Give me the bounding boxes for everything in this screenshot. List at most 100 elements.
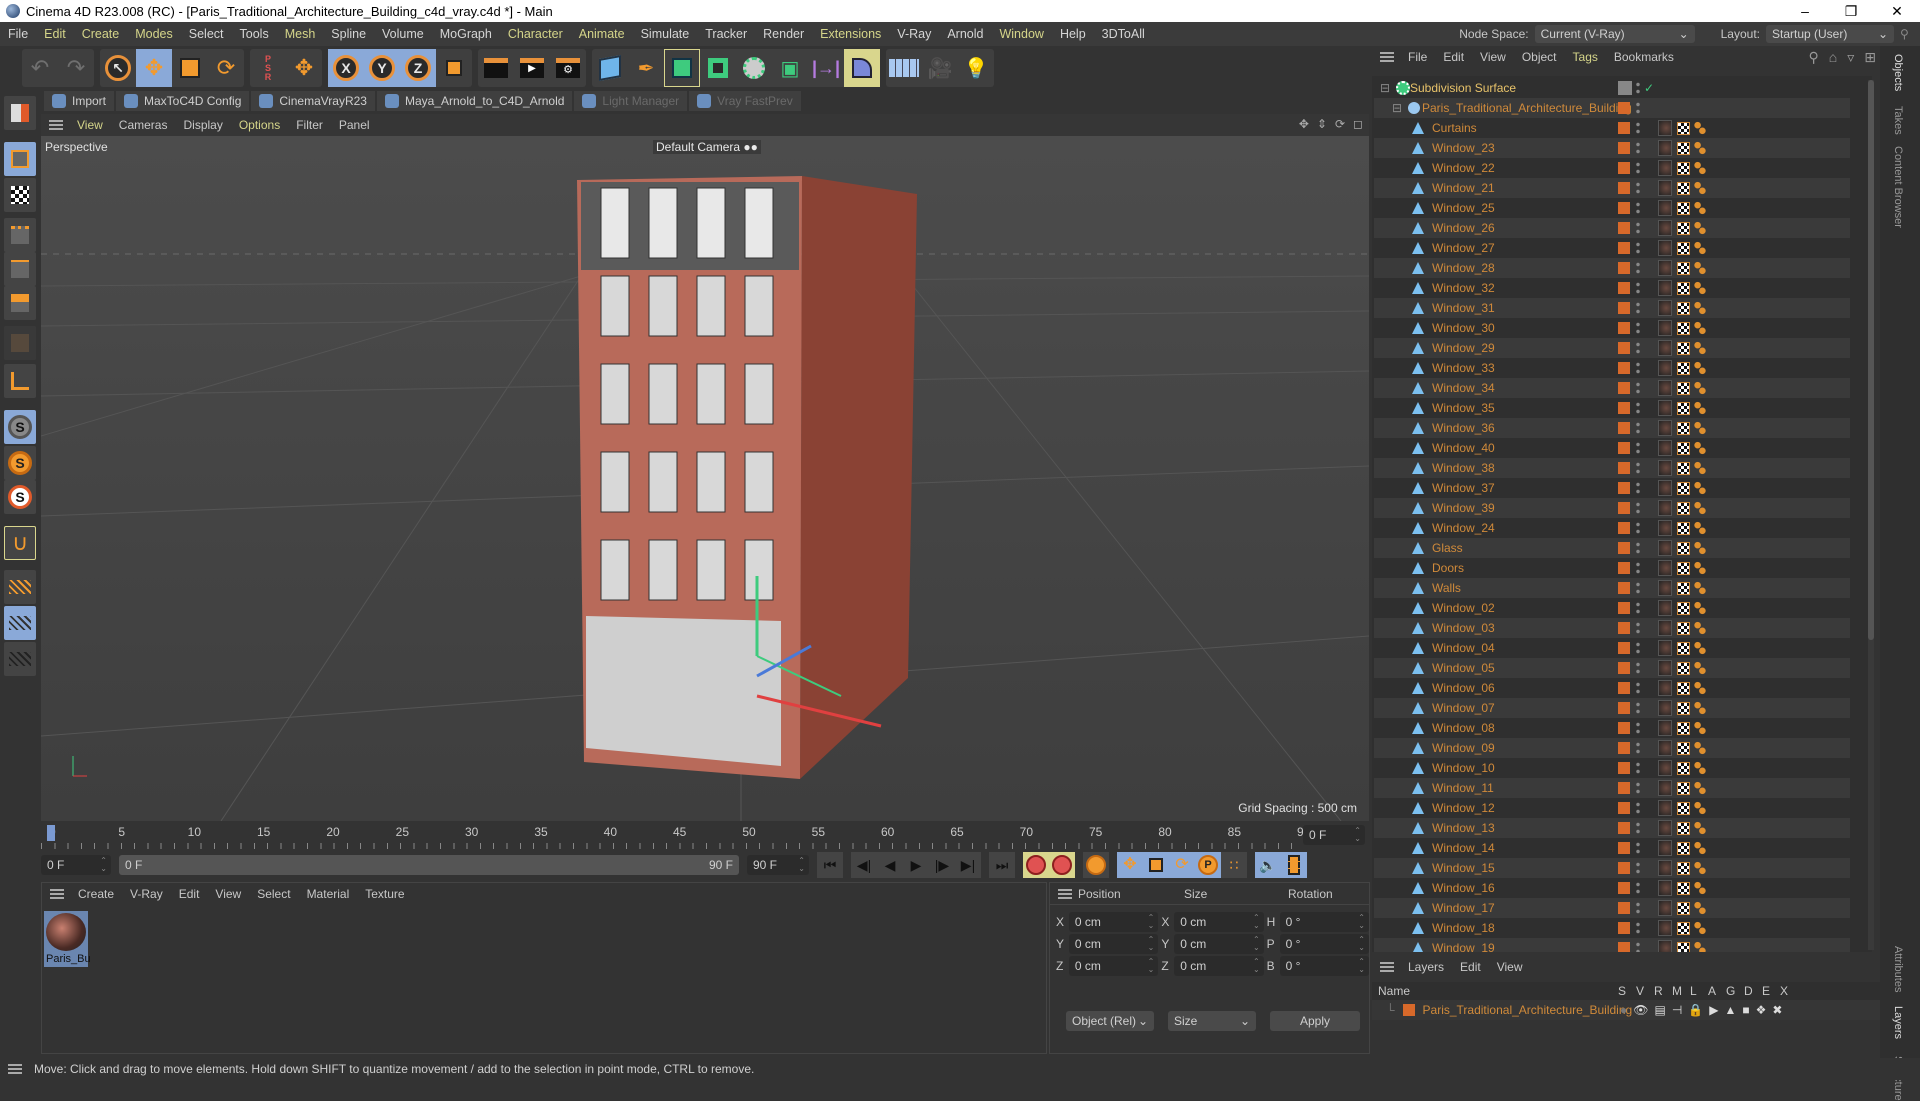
extrude-button[interactable] [700,49,736,87]
axis-mode-button[interactable] [4,364,36,398]
selection-tag-icon[interactable] [1694,261,1706,275]
material-menu-material[interactable]: Material [299,887,358,901]
object-row[interactable]: Window_02 [1374,598,1850,618]
object-row[interactable]: Window_16 [1374,878,1850,898]
texture-tag-icon[interactable] [1677,301,1690,315]
selection-tag-icon[interactable] [1694,801,1706,815]
menu-modes[interactable]: Modes [127,27,181,41]
vray-material-tag-icon[interactable] [1658,340,1672,356]
layer-swatch-icon[interactable] [1618,582,1630,594]
vray-material-tag-icon[interactable] [1658,280,1672,296]
vray-material-tag-icon[interactable] [1658,500,1672,516]
menu-create[interactable]: Create [74,27,128,41]
vray-material-tag-icon[interactable] [1658,420,1672,436]
autokey-button[interactable] [1049,852,1075,878]
symmetry-button[interactable]: |→| [808,49,844,87]
vray-material-tag-icon[interactable] [1658,200,1672,216]
layer-swatch-icon[interactable] [1618,802,1630,814]
selection-tag-icon[interactable] [1694,141,1706,155]
visibility-dots-icon[interactable] [1636,481,1640,495]
layer-swatch-icon[interactable] [1618,382,1630,394]
vray-material-tag-icon[interactable] [1658,840,1672,856]
visibility-dots-icon[interactable] [1636,121,1640,135]
menu-v-ray[interactable]: V-Ray [889,27,939,41]
go-to-start-button[interactable]: ⏮ [817,852,843,878]
menu-window[interactable]: Window [991,27,1051,41]
material-menu-select[interactable]: Select [249,887,298,901]
home-icon[interactable]: ⌂ [1829,49,1837,66]
layer-column-x[interactable]: X [1780,984,1788,998]
object-row[interactable]: Window_21 [1374,178,1850,198]
vray-material-tag-icon[interactable] [1658,460,1672,476]
spinner-icon[interactable]: ⌃ ⌄ [798,857,805,873]
next-frame-button[interactable]: |▶ [929,852,955,878]
material-menu-edit[interactable]: Edit [171,887,208,901]
visibility-dots-icon[interactable] [1636,421,1640,435]
selection-tag-icon[interactable] [1694,181,1706,195]
3d-scene[interactable]: Perspective Default Camera ●● Grid Spaci… [41,136,1369,821]
viewport-menu-view[interactable]: View [69,118,111,132]
layer-color-swatch[interactable] [1402,1004,1415,1016]
move-button[interactable]: ✥ [136,49,172,87]
expressions-icon[interactable]: ❖ [1756,1003,1767,1017]
vray-material-tag-icon[interactable] [1658,820,1672,836]
texture-tag-icon[interactable] [1677,781,1690,795]
layer-swatch-icon[interactable] [1618,342,1630,354]
visibility-dots-icon[interactable] [1636,341,1640,355]
layer-menu-layers[interactable]: Layers [1400,960,1452,974]
texture-tag-icon[interactable] [1677,141,1690,155]
texture-tag-icon[interactable] [1677,801,1690,815]
object-row-subdivision-surface[interactable]: ⊟ Subdivision Surface ✓ [1374,78,1850,98]
object-row[interactable]: Window_09 [1374,738,1850,758]
layer-column-g[interactable]: G [1726,984,1735,998]
menu-file[interactable]: File [0,27,36,41]
object-row[interactable]: Window_13 [1374,818,1850,838]
layer-swatch-icon[interactable] [1618,422,1630,434]
texture-tag-icon[interactable] [1677,641,1690,655]
vray-material-tag-icon[interactable] [1658,860,1672,876]
object-row[interactable]: Window_27 [1374,238,1850,258]
texture-tag-icon[interactable] [1677,221,1690,235]
layer-swatch-icon[interactable] [1618,562,1630,574]
texture-tag-icon[interactable] [1677,241,1690,255]
texture-tag-icon[interactable] [1677,481,1690,495]
size-z-field[interactable]: 0 cm ⌃ ⌄ [1174,956,1264,976]
pan-icon[interactable]: ✥ [1299,117,1309,131]
subdivision-surface-button[interactable] [664,49,700,87]
live-selection-button[interactable]: ↖ [100,49,136,87]
visibility-dots-icon[interactable] [1636,181,1640,195]
vray-material-tag-icon[interactable] [1658,260,1672,276]
selection-tag-icon[interactable] [1694,481,1706,495]
visibility-dots-icon[interactable] [1636,361,1640,375]
selection-tag-icon[interactable] [1694,781,1706,795]
vray-material-tag-icon[interactable] [1658,520,1672,536]
visibility-dots-icon[interactable] [1636,661,1640,675]
object-row[interactable]: Window_08 [1374,718,1850,738]
visibility-dots-icon[interactable] [1636,781,1640,795]
texture-tag-icon[interactable] [1677,901,1690,915]
texture-tag-icon[interactable] [1677,881,1690,895]
texture-tag-icon[interactable] [1677,721,1690,735]
object-row[interactable]: Window_06 [1374,678,1850,698]
current-frame-field[interactable]: 0 F ⌃ ⌄ [1303,825,1365,845]
layer-column-name[interactable]: Name [1378,984,1410,998]
visibility-dots-icon[interactable] [1636,221,1640,235]
texture-tag-icon[interactable] [1677,761,1690,775]
object-row[interactable]: Window_31 [1374,298,1850,318]
layer-row[interactable]: └ Paris_Traditional_Architecture_Buildin… [1372,1000,1880,1020]
object-row[interactable]: Window_05 [1374,658,1850,678]
vray-material-tag-icon[interactable] [1658,780,1672,796]
vray-material-tag-icon[interactable] [1658,220,1672,236]
object-row[interactable]: Window_33 [1374,358,1850,378]
visibility-dots-icon[interactable] [1636,381,1640,395]
enabled-check-icon[interactable]: ✓ [1644,81,1654,95]
vray-material-tag-icon[interactable] [1658,920,1672,936]
texture-tag-icon[interactable] [1677,501,1690,515]
selection-tag-icon[interactable] [1694,421,1706,435]
object-row[interactable]: Window_18 [1374,918,1850,938]
vray-material-tag-icon[interactable] [1658,380,1672,396]
vray-material-tag-icon[interactable] [1658,440,1672,456]
object-row[interactable]: Window_28 [1374,258,1850,278]
visibility-dots-icon[interactable] [1636,821,1640,835]
vray-material-tag-icon[interactable] [1658,600,1672,616]
